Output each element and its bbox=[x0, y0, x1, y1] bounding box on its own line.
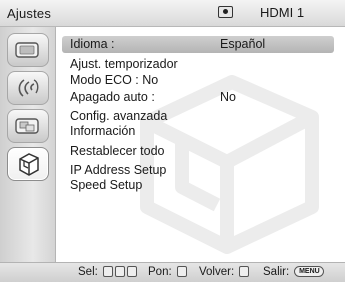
hint-exit-label: Salir: bbox=[263, 266, 290, 278]
input-source-label: HDMI 1 bbox=[260, 5, 305, 20]
header-bar: Ajustes HDMI 1 bbox=[0, 0, 345, 27]
screen-icon bbox=[15, 118, 39, 134]
hint-exit: Salir: MENU bbox=[263, 266, 325, 278]
left-arrow-icon bbox=[103, 266, 114, 278]
menu-item-idioma[interactable]: Idioma : Español bbox=[62, 36, 334, 53]
hint-select-label: Sel: bbox=[78, 266, 98, 278]
picture-icon bbox=[15, 42, 39, 58]
menu-item-label: Restablecer todo bbox=[70, 144, 165, 158]
page-title: Ajustes bbox=[7, 6, 52, 21]
settings-screen: Ajustes HDMI 1 Idioma: Español Ajust. t… bbox=[0, 0, 345, 282]
footer-hints: Sel: Pon: Volver: Salir: MENU bbox=[0, 262, 345, 282]
menu-item-informacion[interactable]: Información bbox=[57, 123, 343, 140]
menu-item-value: No bbox=[220, 90, 236, 104]
hint-select: Sel: bbox=[78, 266, 138, 278]
menu-item-restablecer[interactable]: Restablecer todo bbox=[57, 143, 343, 160]
menu-item-modo-eco[interactable]: Modo ECO : No bbox=[57, 72, 343, 89]
menu-item-temporizador[interactable]: Ajust. temporizador bbox=[57, 56, 343, 73]
sidebar-item-picture[interactable] bbox=[7, 33, 49, 67]
menu-item-label: Apagado auto : bbox=[70, 90, 155, 104]
menu-panel: Idioma : Español Ajust. temporizador Mod… bbox=[57, 27, 343, 262]
sound-icon bbox=[18, 79, 39, 97]
menu-item-speed-setup[interactable]: Speed Setup bbox=[57, 177, 343, 194]
ok-icon bbox=[115, 266, 126, 278]
menu-item-label: Modo ECO : No bbox=[70, 73, 159, 87]
menu-item-label: Speed Setup bbox=[70, 178, 143, 192]
back-icon bbox=[239, 266, 250, 278]
right-arrow-icon bbox=[127, 266, 138, 278]
menu-item-label: Idioma : bbox=[70, 37, 115, 51]
menu-button-icon: MENU bbox=[294, 266, 325, 278]
hint-enter: Pon: bbox=[148, 266, 187, 278]
sidebar-item-sound[interactable] bbox=[7, 71, 49, 105]
menu-item-label: Información bbox=[70, 124, 136, 138]
menu-item-label: Ajust. temporizador bbox=[70, 57, 178, 71]
setup-box-icon bbox=[19, 153, 39, 176]
sidebar-item-screen[interactable] bbox=[7, 109, 49, 143]
hint-back-label: Volver: bbox=[199, 266, 235, 278]
sidebar-item-setup[interactable] bbox=[7, 147, 49, 181]
category-sidebar bbox=[0, 27, 56, 262]
menu-item-value: Español bbox=[220, 37, 266, 51]
enter-icon bbox=[176, 266, 187, 278]
hint-enter-label: Pon: bbox=[148, 266, 172, 278]
hint-back: Volver: bbox=[199, 266, 250, 278]
input-source-icon bbox=[218, 6, 233, 18]
menu-item-apagado-auto[interactable]: Apagado auto : No bbox=[57, 89, 343, 106]
